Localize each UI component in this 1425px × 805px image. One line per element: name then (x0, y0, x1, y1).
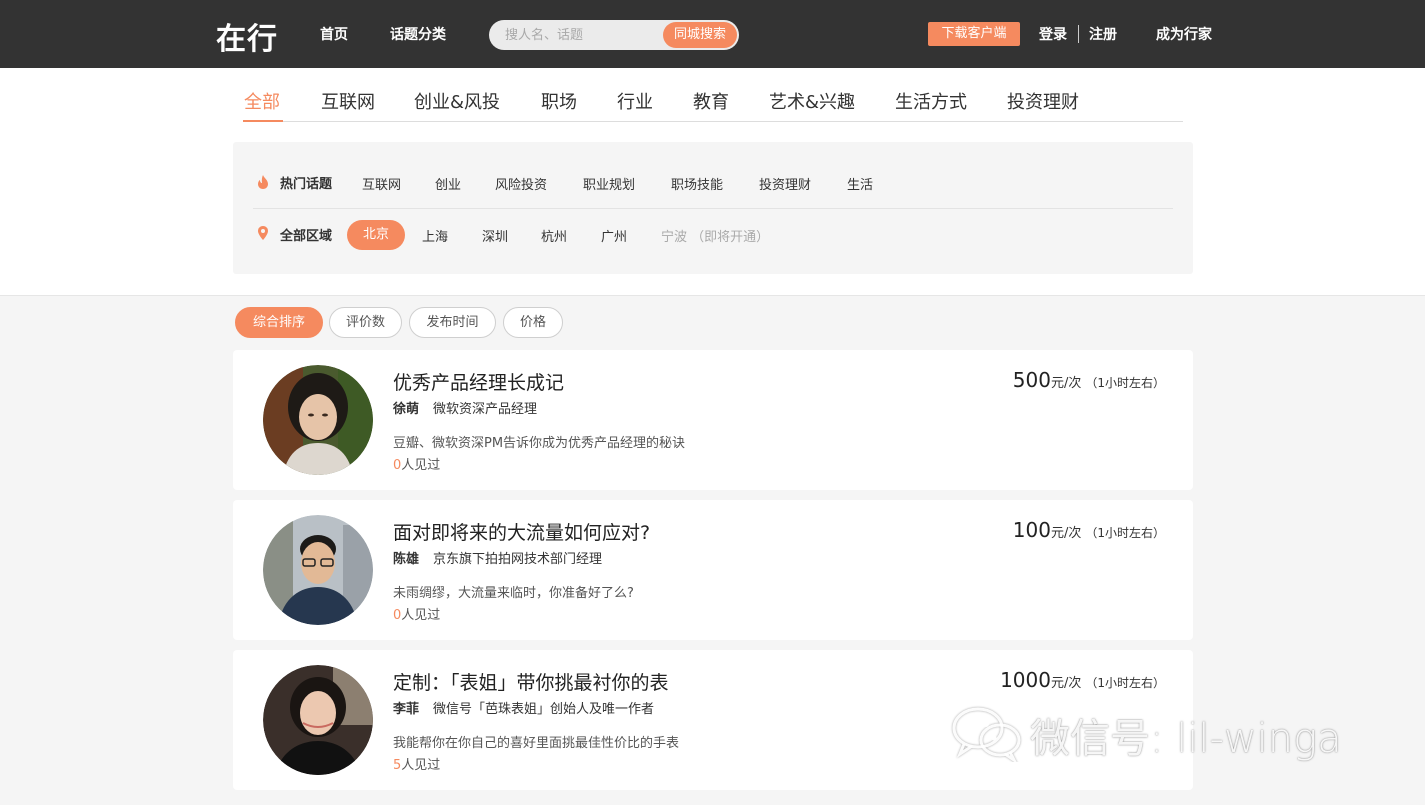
register-link[interactable]: 注册 (1089, 24, 1117, 44)
price-amount: 500 (1012, 368, 1051, 392)
expert-card[interactable]: 面对即将来的大流量如何应对? 陈雄 京东旗下拍拍网技术部门经理 未雨绸缪，大流量来… (233, 500, 1193, 640)
topic-venture-capital[interactable]: 风险投资 (495, 174, 547, 193)
category-tab-workplace[interactable]: 职场 (541, 88, 577, 114)
watermark-text: 微信号: lil-winga (1030, 716, 1342, 762)
topic-career-planning[interactable]: 职业规划 (583, 174, 635, 193)
expert-name[interactable]: 李菲 (393, 702, 419, 717)
met-count: 0人见过 (393, 604, 440, 623)
nav-home-link[interactable]: 首页 (320, 24, 348, 44)
topic-work-skills[interactable]: 职场技能 (671, 174, 723, 193)
price-unit: 元/次 (1050, 676, 1082, 691)
met-count: 0人见过 (393, 454, 440, 473)
nav-topic-categories-link[interactable]: 话题分类 (390, 24, 446, 44)
topic-description: 豆瓣、微软资深PM告诉你成为优秀产品经理的秘诀 (393, 436, 686, 451)
sort-comprehensive-button[interactable]: 综合排序 (235, 307, 323, 338)
session-duration: （1小时左右） (1085, 676, 1165, 690)
category-tab-industry[interactable]: 行业 (617, 88, 653, 114)
region-beijing[interactable]: 北京 (347, 220, 405, 250)
expert-info: 徐萌 微软资深产品经理 (393, 398, 537, 417)
expert-role: 微软资深产品经理 (433, 402, 538, 417)
expert-info: 陈雄 京东旗下拍拍网技术部门经理 (393, 548, 602, 567)
price-amount: 1000 (1000, 668, 1051, 692)
avatar (263, 665, 373, 775)
avatar (263, 515, 373, 625)
category-tab-startup-vc[interactable]: 创业&风投 (414, 88, 500, 114)
session-duration: （1小时左右） (1085, 376, 1165, 390)
active-tab-indicator (243, 120, 283, 122)
topic-investment[interactable]: 投资理财 (759, 174, 811, 193)
wechat-icon (952, 707, 1021, 762)
region-guangzhou[interactable]: 广州 (601, 226, 627, 245)
avatar (263, 365, 373, 475)
price: 1000元/次 （1小时左右） (1000, 668, 1165, 692)
search-box: 同城搜索 (489, 20, 739, 50)
expert-role: 微信号「芭珠表姐」创始人及唯一作者 (433, 702, 655, 717)
category-tabs-divider (243, 121, 1183, 122)
price-amount: 100 (1012, 518, 1051, 542)
sort-price-button[interactable]: 价格 (503, 307, 563, 338)
city-search-button[interactable]: 同城搜索 (663, 22, 737, 48)
flame-icon (258, 175, 268, 189)
login-link[interactable]: 登录 (1039, 24, 1067, 44)
price-unit: 元/次 (1050, 376, 1082, 391)
login-register-divider (1078, 25, 1079, 43)
region-shenzhen[interactable]: 深圳 (482, 226, 508, 245)
sort-publish-time-button[interactable]: 发布时间 (409, 307, 496, 338)
category-tab-education[interactable]: 教育 (693, 88, 729, 114)
sort-reviews-button[interactable]: 评价数 (329, 307, 402, 338)
price: 100元/次 （1小时左右） (1013, 518, 1165, 542)
expert-name[interactable]: 陈雄 (393, 552, 419, 567)
expert-card[interactable]: 优秀产品经理长成记 徐萌 微软资深产品经理 豆瓣、微软资深PM告诉你成为优秀产品经… (233, 350, 1193, 490)
all-regions-label: 全部区域 (280, 229, 333, 244)
top-navbar: 在行 首页 话题分类 同城搜索 下载客户端 登录 注册 成为行家 (0, 0, 1425, 68)
topic-title[interactable]: 面对即将来的大流量如何应对? (393, 518, 650, 545)
met-count: 5人见过 (393, 754, 440, 773)
hot-topics-label: 热门话题 (280, 177, 333, 192)
category-tab-internet[interactable]: 互联网 (321, 88, 375, 114)
category-filter-section: 全部 互联网 创业&风投 职场 行业 教育 艺术&兴趣 生活方式 投资理财 热门… (0, 68, 1425, 296)
topic-startup[interactable]: 创业 (435, 174, 461, 193)
category-tab-art-interest[interactable]: 艺术&兴趣 (769, 88, 855, 114)
expert-role: 京东旗下拍拍网技术部门经理 (433, 552, 603, 567)
topic-title[interactable]: 定制：「表姐」带你挑最衬你的表 (393, 668, 669, 695)
topic-internet[interactable]: 互联网 (362, 174, 401, 193)
filter-panel: 热门话题 互联网 创业 风险投资 职业规划 职场技能 投资理财 生活 全部区域 … (233, 142, 1193, 274)
expert-name[interactable]: 徐萌 (393, 402, 419, 417)
topic-description: 我能帮你在你自己的喜好里面挑最佳性价比的手表 (393, 736, 680, 751)
session-duration: （1小时左右） (1085, 526, 1165, 540)
become-expert-link[interactable]: 成为行家 (1156, 24, 1212, 44)
topic-description: 未雨绸缪，大流量来临时，你准备好了么? (393, 586, 634, 601)
site-logo[interactable]: 在行 (216, 14, 278, 58)
topic-life[interactable]: 生活 (847, 174, 873, 193)
category-tab-lifestyle[interactable]: 生活方式 (895, 88, 967, 114)
category-tab-all[interactable]: 全部 (244, 88, 280, 114)
location-pin-icon (258, 226, 268, 240)
expert-info: 李菲 微信号「芭珠表姐」创始人及唯一作者 (393, 698, 654, 717)
region-shanghai[interactable]: 上海 (422, 226, 448, 245)
topic-title[interactable]: 优秀产品经理长成记 (393, 368, 564, 395)
price-unit: 元/次 (1050, 526, 1082, 541)
region-hangzhou[interactable]: 杭州 (541, 226, 567, 245)
wechat-watermark: 微信号: lil-winga (950, 700, 1390, 764)
filter-divider (253, 208, 1173, 209)
met-count-suffix: 人见过 (401, 458, 441, 473)
met-count-suffix: 人见过 (401, 608, 441, 623)
region-ningbo: 宁波 （即将开通） (661, 230, 770, 245)
met-count-suffix: 人见过 (401, 758, 441, 773)
search-input[interactable] (489, 20, 664, 50)
download-client-button[interactable]: 下载客户端 (928, 22, 1020, 46)
category-tab-investment[interactable]: 投资理财 (1007, 88, 1079, 114)
price: 500元/次 （1小时左右） (1013, 368, 1165, 392)
